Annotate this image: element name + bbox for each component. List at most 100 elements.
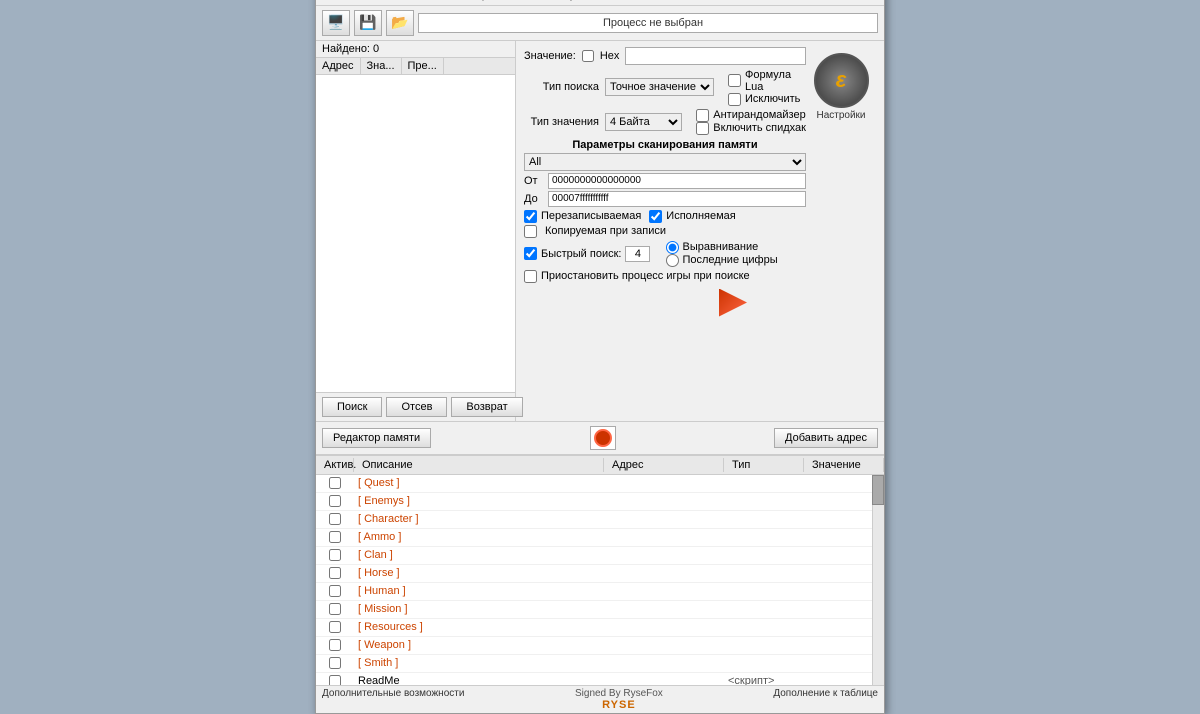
settings-label[interactable]: Настройки: [816, 110, 865, 121]
menu-table[interactable]: Таблица: [441, 0, 496, 3]
scan-all-select[interactable]: All: [524, 153, 806, 171]
value-label: Значение:: [524, 50, 576, 62]
stop-button[interactable]: [590, 426, 616, 450]
table-row[interactable]: [ Quest ]: [316, 475, 884, 493]
table-row[interactable]: [ Mission ]: [316, 601, 884, 619]
align-option1: Выравнивание: [666, 241, 777, 254]
open-file-button[interactable]: 📂: [386, 10, 414, 36]
row-desc: [ Mission ]: [354, 602, 604, 616]
row-checkbox[interactable]: [329, 567, 341, 579]
stop-icon: [594, 429, 612, 447]
rewrite-checkbox[interactable]: [524, 210, 537, 223]
row-checkbox[interactable]: [329, 477, 341, 489]
row-desc: [ Enemys ]: [354, 494, 604, 508]
search-type-select[interactable]: Точное значение: [605, 78, 714, 96]
row-type: [724, 500, 804, 502]
arrow-icon: [719, 289, 747, 317]
row-checkbox-cell: [316, 566, 354, 580]
table-row[interactable]: [ Weapon ]: [316, 637, 884, 655]
align-radio2[interactable]: [666, 254, 679, 267]
add-address-button[interactable]: Добавить адрес: [774, 428, 878, 448]
table-row[interactable]: [ Resources ]: [316, 619, 884, 637]
row-checkbox[interactable]: [329, 621, 341, 633]
row-checkbox[interactable]: [329, 585, 341, 597]
return-button[interactable]: Возврат: [451, 397, 522, 417]
from-input[interactable]: [548, 173, 806, 189]
row-desc: [ Clan ]: [354, 548, 604, 562]
row-type: [724, 608, 804, 610]
fast-search-value-input[interactable]: [625, 246, 650, 262]
filter-button[interactable]: Отсев: [386, 397, 447, 417]
scrollbar-track[interactable]: [872, 475, 884, 685]
fast-search-checkbox[interactable]: [524, 247, 537, 260]
row-checkbox[interactable]: [329, 603, 341, 615]
col-activ-header: Актив.: [316, 458, 354, 472]
save-button[interactable]: 💾: [354, 10, 382, 36]
value-type-row: Тип значения 4 Байта Антирандомайзер: [524, 109, 806, 135]
results-list[interactable]: [316, 75, 515, 392]
table-row[interactable]: [ Horse ]: [316, 565, 884, 583]
scrollbar-thumb[interactable]: [872, 475, 884, 505]
menu-edit[interactable]: Изменить: [369, 0, 431, 3]
value-type-select[interactable]: 4 Байта: [605, 113, 682, 131]
main-content: Найдено: 0 Адрес Зна... Пре... Поиск Отс…: [316, 41, 884, 421]
row-checkbox[interactable]: [329, 639, 341, 651]
col-addr-header2: Адрес: [604, 458, 724, 472]
align-radio1[interactable]: [666, 241, 679, 254]
to-input[interactable]: [548, 191, 806, 207]
row-checkbox-cell: [316, 512, 354, 526]
executed-checkbox[interactable]: [649, 210, 662, 223]
row-checkbox[interactable]: [329, 549, 341, 561]
table-row[interactable]: [ Human ]: [316, 583, 884, 601]
table-row[interactable]: [ Ammo ]: [316, 529, 884, 547]
row-checkbox-cell: [316, 494, 354, 508]
row-type: <скрипт>: [724, 674, 804, 685]
row-checkbox[interactable]: [329, 495, 341, 507]
menu-file[interactable]: Файл: [320, 0, 359, 3]
row-addr: [604, 500, 724, 502]
value-input[interactable]: [625, 47, 806, 65]
left-panel: Найдено: 0 Адрес Зна... Пре... Поиск Отс…: [316, 41, 516, 421]
row-desc: [ Ammo ]: [354, 530, 604, 544]
row-addr: [604, 644, 724, 646]
rewrite-row: Перезаписываемая Исполняемая: [524, 210, 806, 223]
align-label2: Последние цифры: [682, 254, 777, 266]
row-checkbox[interactable]: [329, 531, 341, 543]
process-label: Процесс не выбран: [423, 17, 883, 29]
form-area: Значение: Hex Тип поиска Точное значение: [524, 47, 806, 283]
pause-checkbox[interactable]: [524, 270, 537, 283]
lua-formula-checkbox[interactable]: [728, 74, 741, 87]
hex-checkbox[interactable]: [582, 50, 594, 62]
memory-editor-button[interactable]: Редактор памяти: [322, 428, 431, 448]
from-label: От: [524, 175, 544, 187]
row-checkbox-cell: [316, 602, 354, 616]
search-buttons: Поиск Отсев Возврат: [316, 392, 515, 421]
table-row[interactable]: ReadMe<скрипт>: [316, 673, 884, 685]
row-checkbox[interactable]: [329, 657, 341, 669]
row-checkbox[interactable]: [329, 675, 341, 685]
speedhack-checkbox[interactable]: [696, 122, 709, 135]
antirandom-checkbox[interactable]: [696, 109, 709, 122]
table-row[interactable]: [ Smith ]: [316, 655, 884, 673]
copy-checkbox[interactable]: [524, 225, 537, 238]
search-button[interactable]: Поиск: [322, 397, 382, 417]
app-logo: ε: [814, 53, 869, 108]
align-option2: Последние цифры: [666, 254, 777, 267]
table-body[interactable]: [ Quest ] [ Enemys ] [ Character ][ Ammo ]…: [316, 475, 884, 685]
status-left: Дополнительные возможности: [322, 688, 464, 711]
align-label1: Выравнивание: [682, 241, 758, 253]
row-desc: [ Quest ]: [354, 476, 604, 490]
menu-d3d[interactable]: D3D: [506, 0, 540, 3]
right-checkboxes2: Антирандомайзер Включить спидхак: [692, 109, 806, 135]
table-row[interactable]: [ Clan ]: [316, 547, 884, 565]
table-row[interactable]: [ Character ]: [316, 511, 884, 529]
row-type: [724, 626, 804, 628]
open-process-button[interactable]: 🖥️: [322, 10, 350, 36]
menu-help[interactable]: Справка: [550, 0, 605, 3]
row-addr: [604, 572, 724, 574]
table-row[interactable]: [ Enemys ]: [316, 493, 884, 511]
row-checkbox-cell: [316, 584, 354, 598]
rewrite-label: Перезаписываемая: [541, 210, 641, 222]
exclude-checkbox[interactable]: [728, 93, 741, 106]
row-checkbox[interactable]: [329, 513, 341, 525]
